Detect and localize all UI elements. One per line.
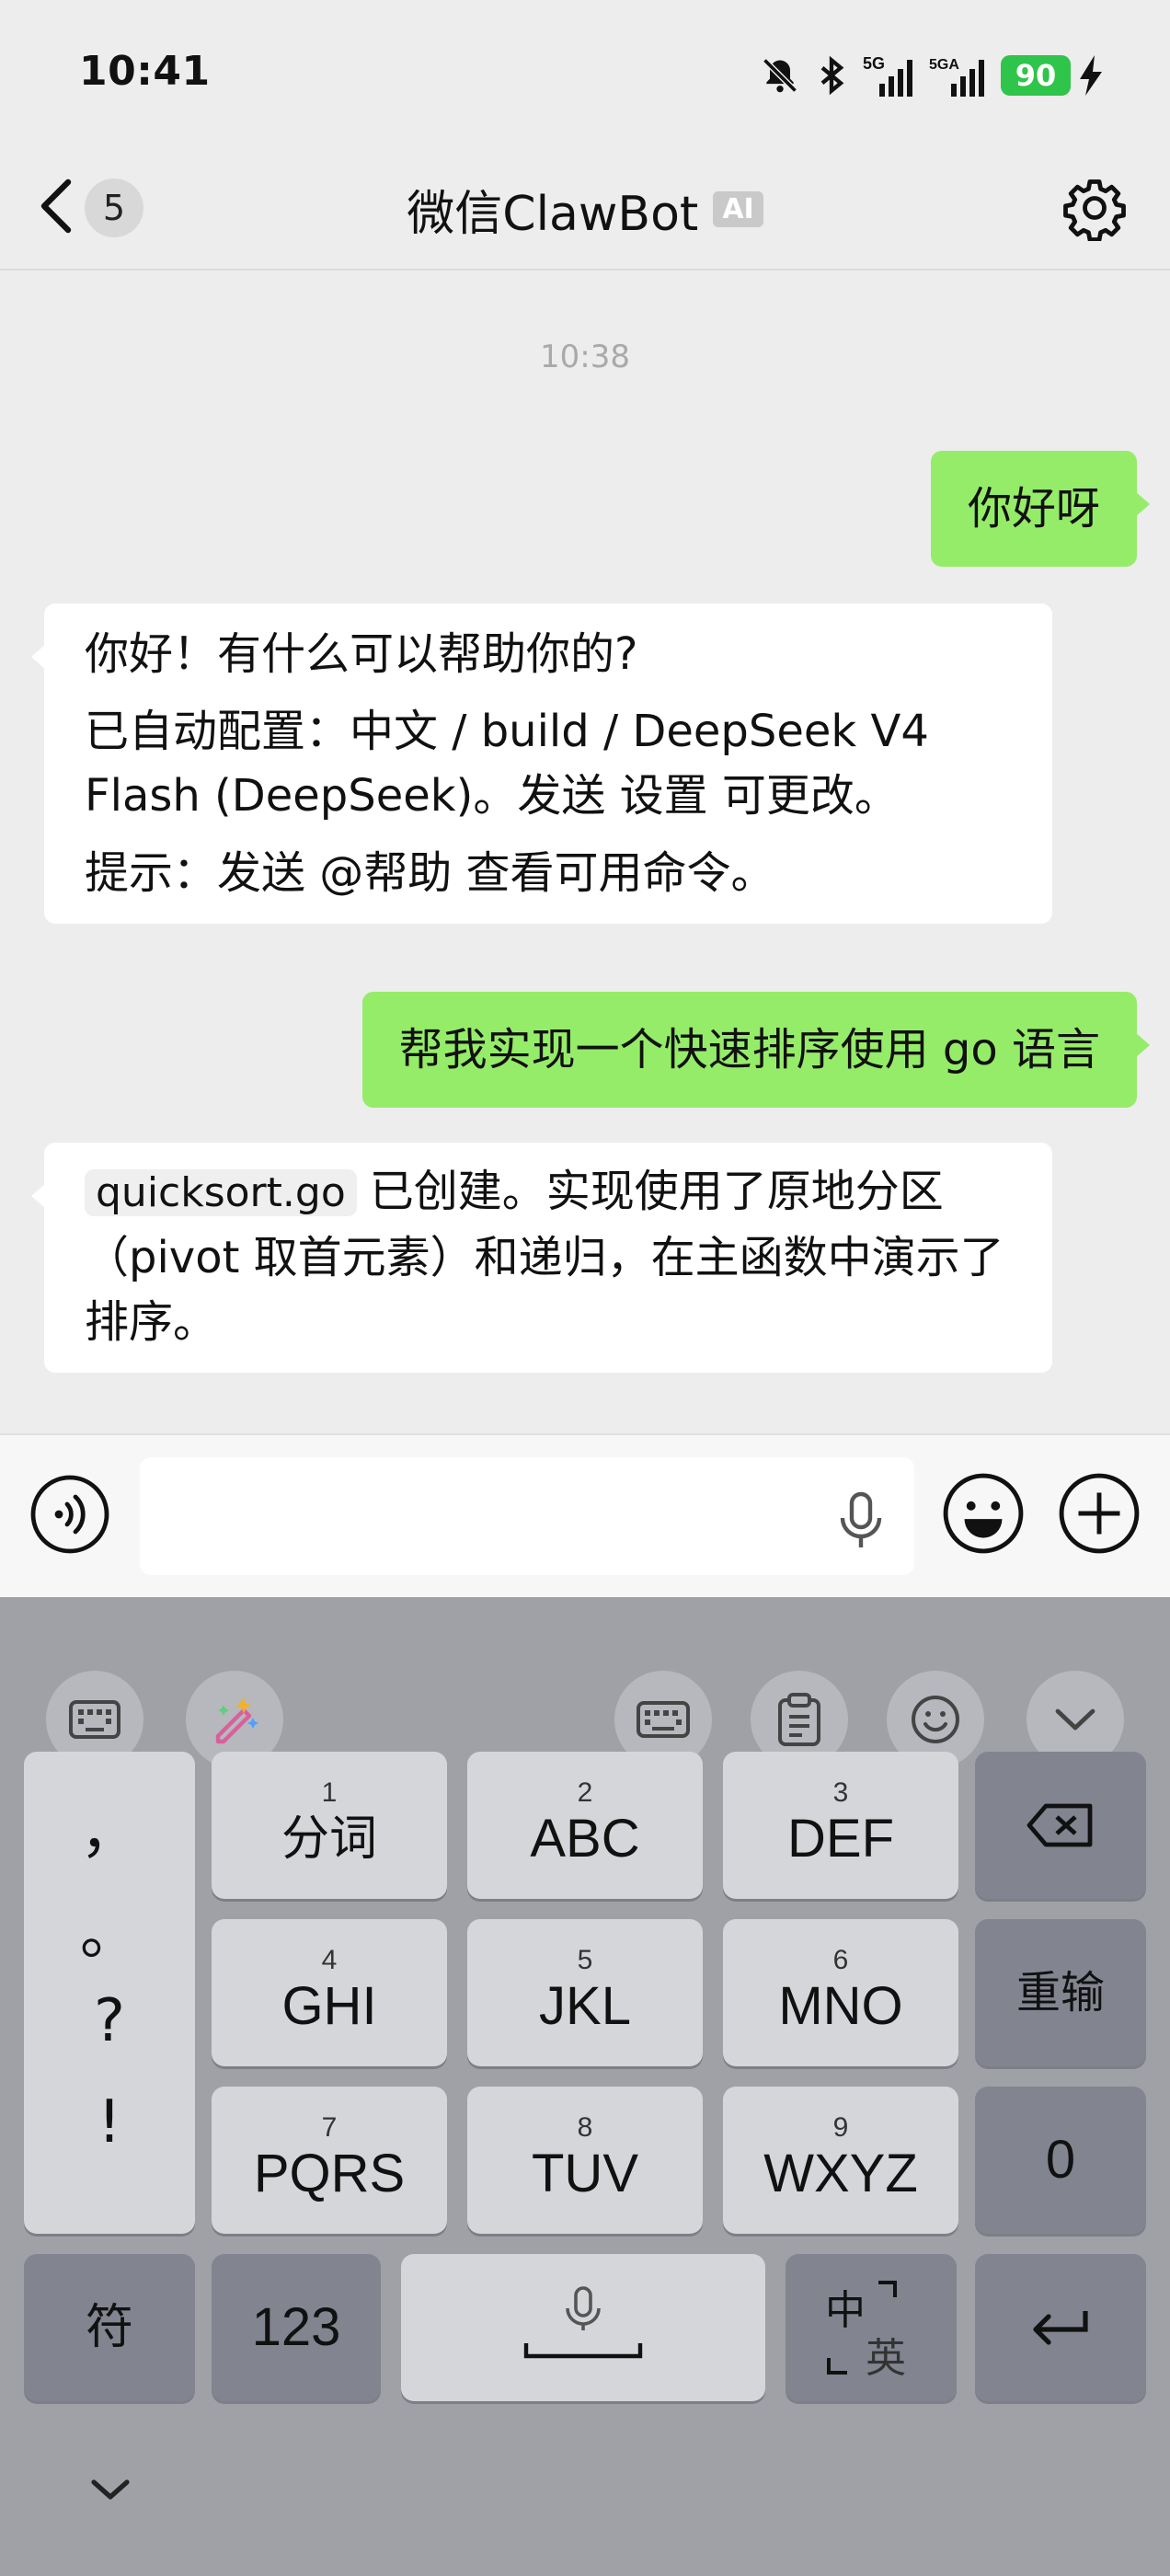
lang-switch-glyph: 中 英 [825, 2277, 917, 2382]
key-2-abc[interactable]: 2 ABC [467, 1752, 703, 1899]
space-mic-icon [523, 2286, 643, 2359]
key-5-jkl[interactable]: 5 JKL [467, 1919, 703, 2066]
chat-messages[interactable]: 10:38 你好呀 你好！有什么可以帮助你的? 已自动配置：中文 / build… [0, 272, 1170, 1433]
message-line: 你好！有什么可以帮助你的? [85, 628, 638, 680]
keyboard-layout-icon [69, 1700, 120, 1739]
symbols-key[interactable]: 符 [24, 2254, 195, 2401]
key-0[interactable]: 0 [975, 2087, 1146, 2234]
dictation-button[interactable] [835, 1490, 887, 1549]
smiley-icon [943, 1473, 1024, 1554]
key-4-ghi[interactable]: 4 GHI [212, 1919, 447, 2066]
backspace-icon [1027, 1803, 1093, 1847]
svg-text:5G: 5G [863, 54, 885, 73]
key-7-pqrs[interactable]: 7 PQRS [212, 2087, 447, 2234]
chat-title: 微信ClawBot AI [0, 175, 1170, 244]
battery-indicator: 90 [1001, 55, 1104, 96]
message-text: 帮我实现一个快速排序使用 go 语言 [398, 1024, 1100, 1075]
message-body: quicksort.go 已创建。实现使用了原地分区（pivot 取首元素）和递归… [85, 1159, 1012, 1354]
settings-button[interactable] [1061, 175, 1128, 242]
message-incoming[interactable]: quicksort.go 已创建。实现使用了原地分区（pivot 取首元素）和递归… [31, 1143, 1052, 1373]
chevron-down-icon [1055, 1708, 1095, 1731]
reenter-key[interactable]: 重输 [975, 1919, 1146, 2066]
key-8-tuv[interactable]: 8 TUV [467, 2087, 703, 2234]
message-input[interactable] [140, 1457, 914, 1575]
punct-exclaim-key[interactable]: ! [24, 2088, 195, 2156]
chevron-down-icon [91, 2479, 130, 2500]
key-9-wxyz[interactable]: 9 WXYZ [723, 2087, 958, 2234]
punct-comma-key[interactable]: ， [24, 1785, 195, 1869]
key-3-def[interactable]: 3 DEF [723, 1752, 958, 1899]
signal-5g-icon: 5G [863, 52, 916, 98]
message-outgoing[interactable]: 你好呀 [930, 451, 1151, 567]
space-key[interactable] [401, 2254, 765, 2401]
charging-icon [1078, 55, 1104, 96]
return-icon [1033, 2311, 1088, 2345]
message-incoming[interactable]: 你好！有什么可以帮助你的? 已自动配置：中文 / build / DeepSee… [31, 604, 1052, 924]
message-line: 已自动配置：中文 / build / DeepSeek V4 Flash (De… [85, 706, 929, 822]
message-timestamp: 10:38 [540, 339, 630, 375]
signal-5ga-icon: 5GA [929, 52, 988, 98]
keyboard: ， 。 ? ! 1 分词 2 ABC 3 DEF 4 GHI 5 JKL 6 M… [0, 1597, 1170, 2576]
punct-period-key[interactable]: 。 [24, 1886, 195, 1971]
hide-keyboard-button[interactable] [83, 2471, 138, 2508]
ai-badge: AI [713, 191, 763, 227]
bell-muted-icon [760, 55, 800, 96]
clipboard-icon [778, 1693, 820, 1746]
backspace-key[interactable] [975, 1752, 1146, 1899]
numbers-key[interactable]: 123 [212, 2254, 381, 2401]
message-line: 提示：发送 @帮助 查看可用命令。 [85, 847, 775, 899]
voice-mode-button[interactable] [29, 1474, 110, 1555]
status-time: 10:41 [79, 48, 211, 95]
enter-key[interactable] [975, 2254, 1146, 2401]
gear-icon [1063, 179, 1126, 242]
more-actions-button[interactable] [1058, 1472, 1141, 1555]
message-outgoing[interactable]: 帮我实现一个快速排序使用 go 语言 [361, 992, 1151, 1108]
microphone-icon [840, 1491, 882, 1547]
bluetooth-icon [813, 55, 850, 96]
key-6-mno[interactable]: 6 MNO [723, 1919, 958, 2066]
lang-brackets-icon [827, 2281, 897, 2375]
emoji-button[interactable] [942, 1472, 1025, 1555]
keyboard-icon [637, 1701, 690, 1738]
message-text: 你好呀 [967, 483, 1100, 535]
smiley-icon [912, 1696, 959, 1743]
magic-pen-icon [215, 1697, 258, 1744]
code-filename: quicksort.go [85, 1169, 357, 1216]
chat-header: 5 微信ClawBot AI [0, 147, 1170, 270]
language-switch-key[interactable]: 中 英 [786, 2254, 957, 2401]
status-icons: 5G 5GA 90 [760, 48, 1104, 103]
punctuation-column[interactable]: ， 。 ? ! [24, 1752, 195, 2234]
voice-icon [30, 1475, 109, 1554]
input-bar [0, 1433, 1170, 1597]
svg-text:5GA: 5GA [929, 57, 959, 73]
key-1-segment[interactable]: 1 分词 [212, 1752, 447, 1899]
status-bar: 10:41 5G 5GA 90 [0, 0, 1170, 147]
punct-question-key[interactable]: ? [24, 1987, 195, 2055]
plus-icon [1059, 1473, 1140, 1554]
battery-level: 90 [1001, 55, 1071, 96]
chat-title-text: 微信ClawBot [407, 187, 699, 242]
